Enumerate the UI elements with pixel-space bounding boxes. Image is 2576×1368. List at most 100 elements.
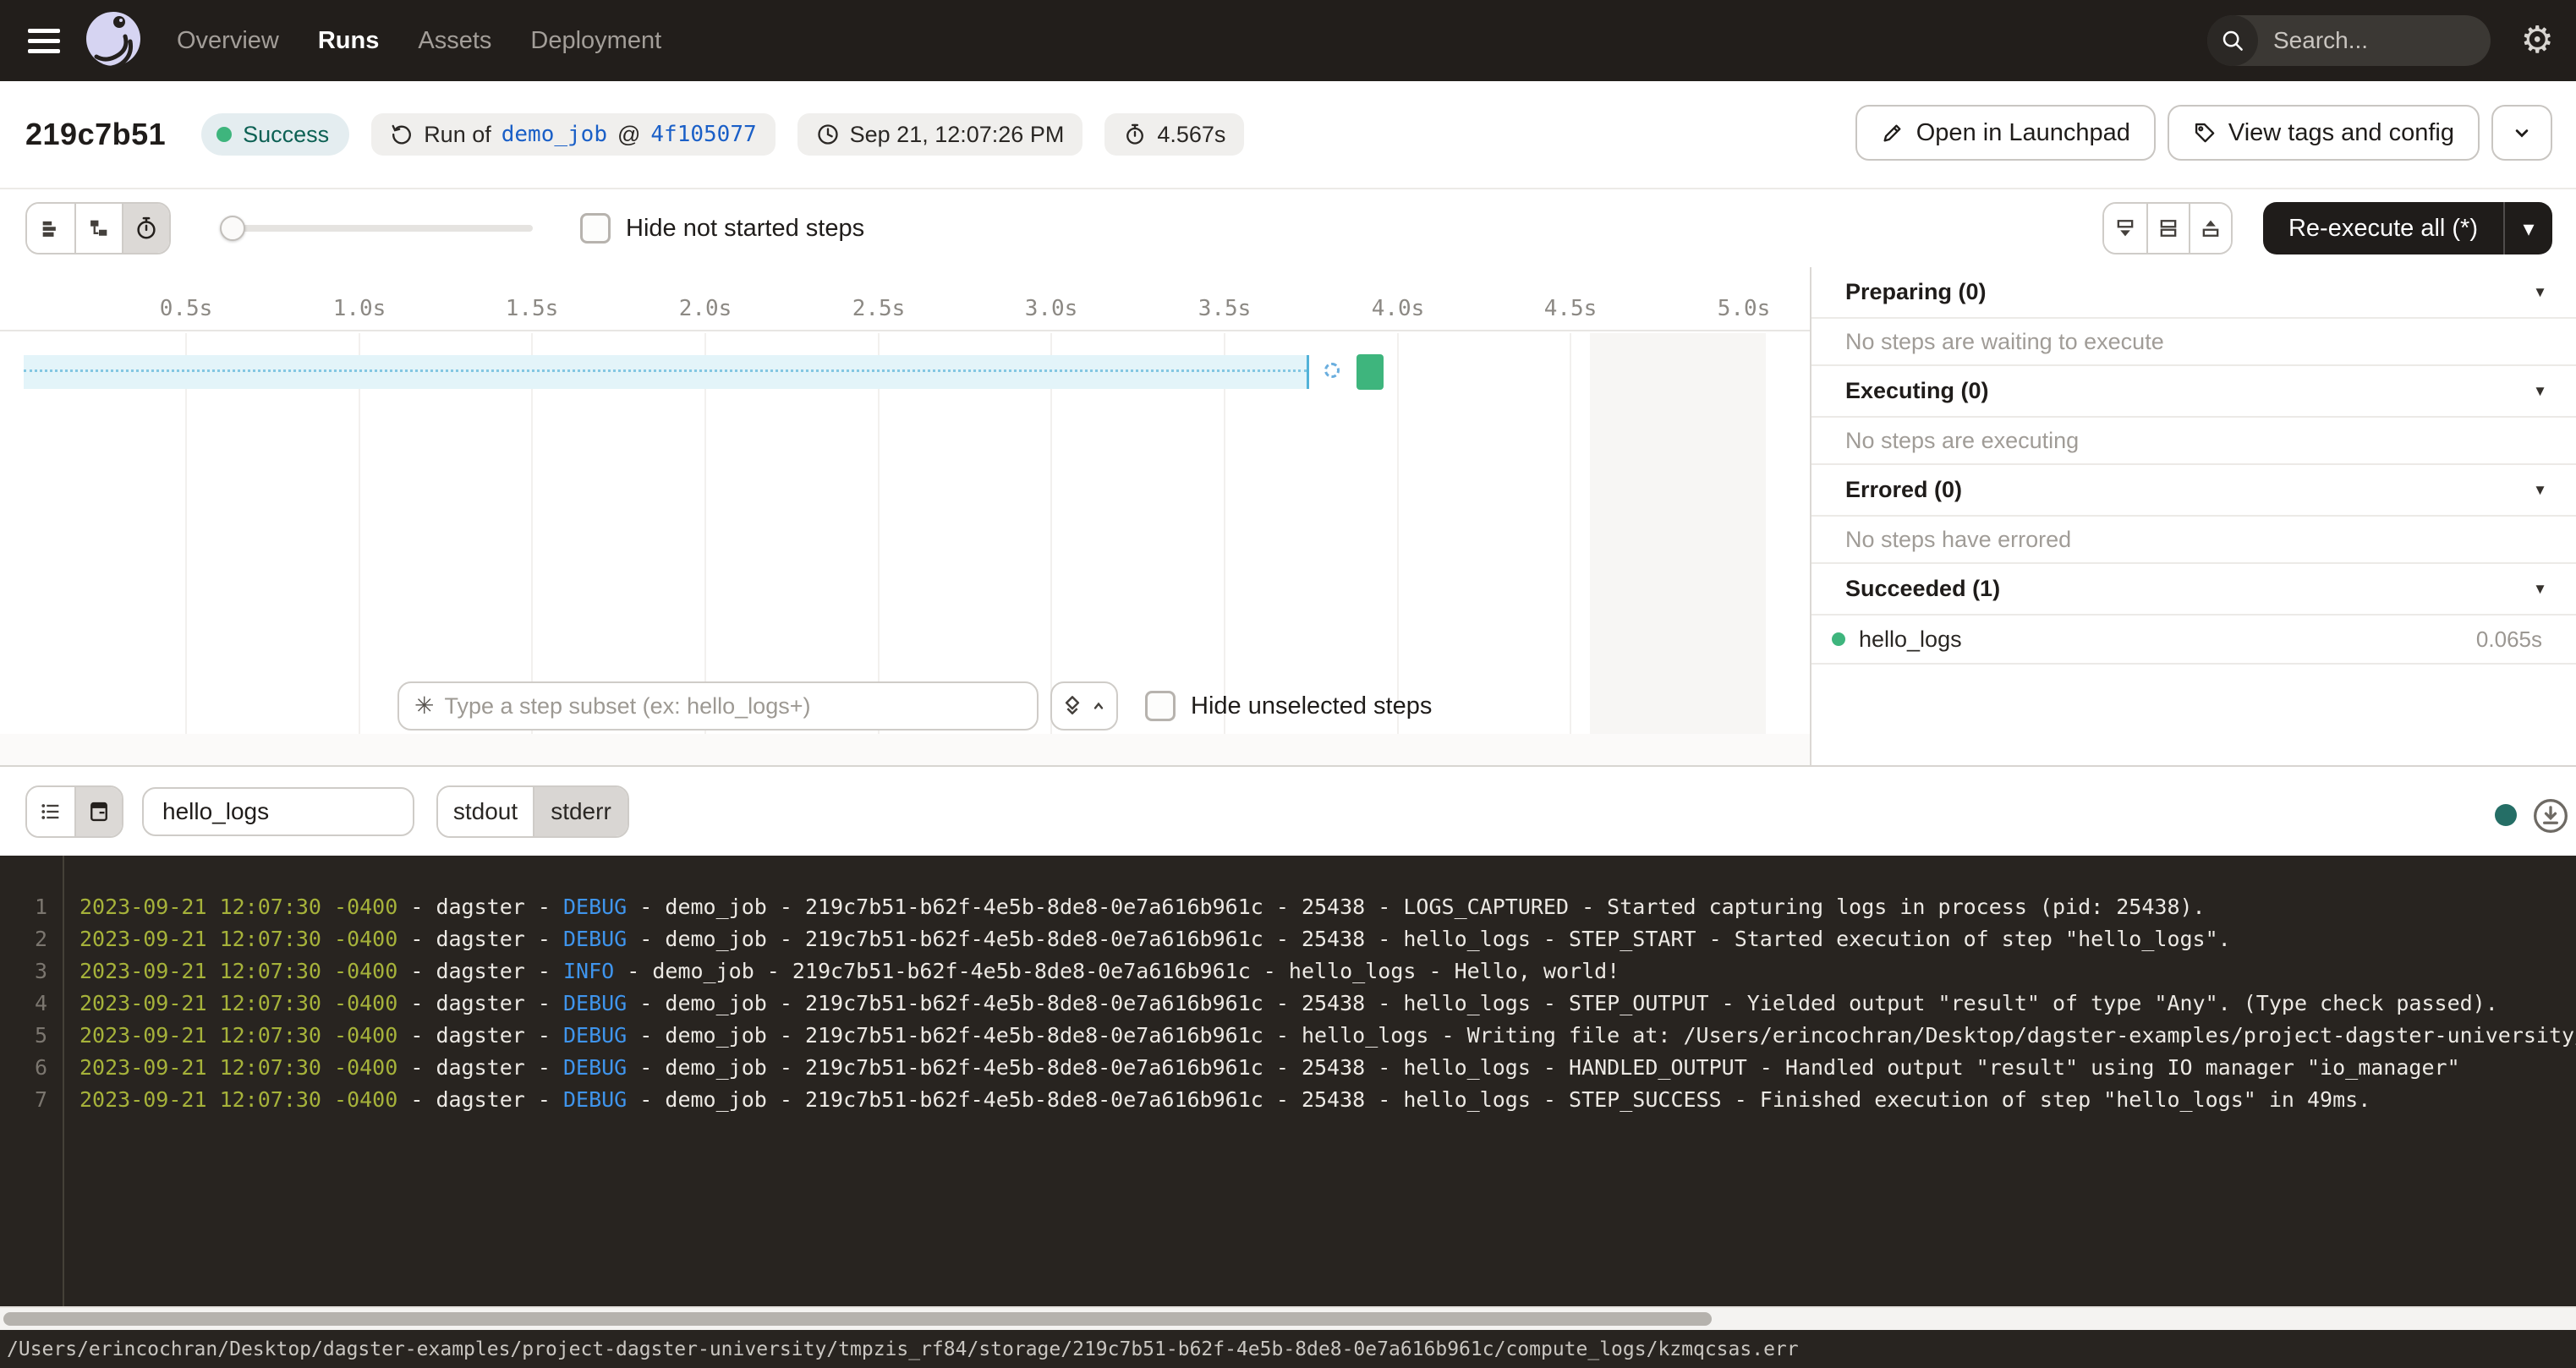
gantt-bottom-strip [0, 734, 1810, 765]
section-errored-empty: No steps have errored [1811, 517, 2576, 564]
global-search[interactable]: / [2207, 15, 2491, 66]
axis-tick: 0.5s [160, 296, 213, 321]
gantt-toolbar: Hide not started steps Re-execute all (*… [0, 189, 2576, 267]
section-succeeded[interactable]: Succeeded (1) ▼ [1811, 564, 2576, 616]
panel-up-icon [2199, 216, 2222, 240]
dagster-logo-icon[interactable] [84, 11, 143, 70]
step-subset-inputwrap: ✳ [397, 681, 1039, 731]
log-file-status-bar: /Users/erincochran/Desktop/dagster-examp… [0, 1330, 2576, 1368]
raw-log-viewer[interactable]: 12023-09-21 12:07:30 -0400 - dagster - D… [0, 856, 2576, 1306]
panel-layout-group [2102, 202, 2233, 254]
search-input[interactable] [2258, 27, 2491, 54]
top-nav: Overview Runs Assets Deployment / ⚙ [0, 0, 2576, 81]
step-subset-row: ✳ Hide unselected steps [397, 681, 1432, 731]
log-step-filter-input[interactable] [142, 787, 414, 836]
axis-tick: 1.0s [333, 296, 386, 321]
hide-unselected-label: Hide unselected steps [1191, 692, 1432, 720]
main-nav: Overview Runs Assets Deployment [177, 27, 661, 55]
reexecute-dropdown-caret-icon[interactable]: ▾ [2505, 216, 2552, 242]
section-preparing[interactable]: Preparing (0) ▼ [1811, 267, 2576, 319]
expand-top-panel-button[interactable] [2189, 204, 2231, 253]
log-line: 22023-09-21 12:07:30 -0400 - dagster - D… [0, 923, 2576, 955]
split-panels-button[interactable] [2146, 204, 2189, 253]
layers-icon [1060, 693, 1085, 719]
run-header: 219c7b51 Success Run of demo_job @ 4f105… [0, 81, 2576, 189]
axis-tick: 4.0s [1372, 296, 1425, 321]
log-toolbar: stdout stderr [0, 767, 2576, 856]
flat-view-button[interactable] [27, 204, 74, 253]
op-selector-icon: ✳ [414, 694, 434, 718]
step-duration: 0.065s [2476, 627, 2542, 653]
scrollbar-thumb[interactable] [3, 1312, 1712, 1326]
step-success-dot-icon [1832, 632, 1845, 646]
gantt-zoom-slider[interactable] [220, 204, 533, 253]
gridline [1050, 333, 1052, 734]
log-horizontal-scrollbar[interactable] [0, 1306, 2576, 1330]
nav-runs[interactable]: Runs [318, 27, 380, 55]
run-actions-dropdown-button[interactable] [2491, 105, 2552, 161]
gridline [1570, 333, 1571, 734]
section-collapse-icon[interactable]: ▼ [2533, 383, 2547, 400]
download-logs-button[interactable] [2532, 797, 2569, 834]
structured-log-view-button[interactable] [27, 787, 74, 836]
axis-tick: 2.0s [679, 296, 732, 321]
dagster-run-page: Overview Runs Assets Deployment / ⚙ 219c… [0, 0, 2576, 1368]
flat-view-icon [39, 216, 63, 240]
gantt-chart: 0.5s 1.0s 1.5s 2.0s 2.5s 3.0s 3.5s 4.0s … [0, 267, 1810, 765]
open-in-launchpad-button[interactable]: Open in Launchpad [1855, 105, 2156, 161]
log-line: 52023-09-21 12:07:30 -0400 - dagster - D… [0, 1020, 2576, 1052]
step-bar-hello-logs[interactable] [1357, 354, 1384, 390]
snapshot-link[interactable]: 4f105077 [650, 122, 756, 147]
raw-log-view-button[interactable] [74, 787, 122, 836]
search-icon [2207, 15, 2258, 66]
log-line: 42023-09-21 12:07:30 -0400 - dagster - D… [0, 988, 2576, 1020]
status-dot-icon [216, 127, 232, 142]
hamburger-menu-icon[interactable] [28, 29, 60, 53]
duration-tag: 4.567s [1104, 113, 1244, 156]
timed-view-button[interactable] [122, 204, 169, 253]
clock-icon [816, 123, 840, 146]
graph-query-options-button[interactable] [1050, 681, 1118, 731]
job-link[interactable]: demo_job [501, 122, 607, 147]
tab-stderr[interactable]: stderr [533, 787, 628, 836]
succeeded-step-row[interactable]: hello_logs 0.065s [1811, 616, 2576, 665]
section-collapse-icon[interactable]: ▼ [2533, 284, 2547, 301]
gantt-time-axis: 0.5s 1.0s 1.5s 2.0s 2.5s 3.0s 3.5s 4.0s … [0, 267, 1810, 331]
section-collapse-icon[interactable]: ▼ [2533, 581, 2547, 598]
nav-deployment[interactable]: Deployment [530, 27, 661, 55]
hide-unselected-checkbox[interactable] [1145, 691, 1176, 721]
slider-knob[interactable] [220, 216, 245, 241]
nav-assets[interactable]: Assets [418, 27, 491, 55]
tag-icon [2193, 121, 2217, 145]
axis-tick: 3.0s [1025, 296, 1078, 321]
gridline [704, 333, 706, 734]
selected-step-row-highlight [24, 355, 1309, 389]
view-tags-config-button[interactable]: View tags and config [2168, 105, 2480, 161]
caret-up-icon [1088, 696, 1109, 716]
settings-gear-icon[interactable]: ⚙ [2521, 20, 2554, 61]
section-errored[interactable]: Errored (0) ▼ [1811, 465, 2576, 517]
gridline [1397, 333, 1399, 734]
section-executing[interactable]: Executing (0) ▼ [1811, 366, 2576, 418]
slider-track[interactable] [220, 225, 533, 232]
reexecute-all-button[interactable]: Re-execute all (*) ▾ [2263, 202, 2552, 254]
hide-not-started-checkbox[interactable] [580, 213, 611, 244]
step-status-panel: Preparing (0) ▼ No steps are waiting to … [1810, 267, 2576, 765]
axis-tick: 4.5s [1544, 296, 1598, 321]
expand-bottom-panel-button[interactable] [2104, 204, 2146, 253]
timed-view-stopwatch-icon [134, 216, 159, 241]
nav-overview[interactable]: Overview [177, 27, 279, 55]
log-view-mode-group [25, 785, 123, 838]
waterfall-view-button[interactable] [74, 204, 122, 253]
log-capture-status-dot [2495, 804, 2517, 826]
log-line: 32023-09-21 12:07:30 -0400 - dagster - I… [0, 955, 2576, 988]
tab-stdout[interactable]: stdout [438, 787, 533, 836]
log-file-path: /Users/erincochran/Desktop/dagster-examp… [7, 1338, 1799, 1360]
log-line: 72023-09-21 12:07:30 -0400 - dagster - D… [0, 1084, 2576, 1116]
section-executing-empty: No steps are executing [1811, 418, 2576, 465]
gridline [1224, 333, 1225, 734]
log-stream-tabs: stdout stderr [436, 785, 629, 838]
gridline [531, 333, 533, 734]
section-collapse-icon[interactable]: ▼ [2533, 482, 2547, 499]
step-subset-input[interactable] [444, 693, 1022, 720]
